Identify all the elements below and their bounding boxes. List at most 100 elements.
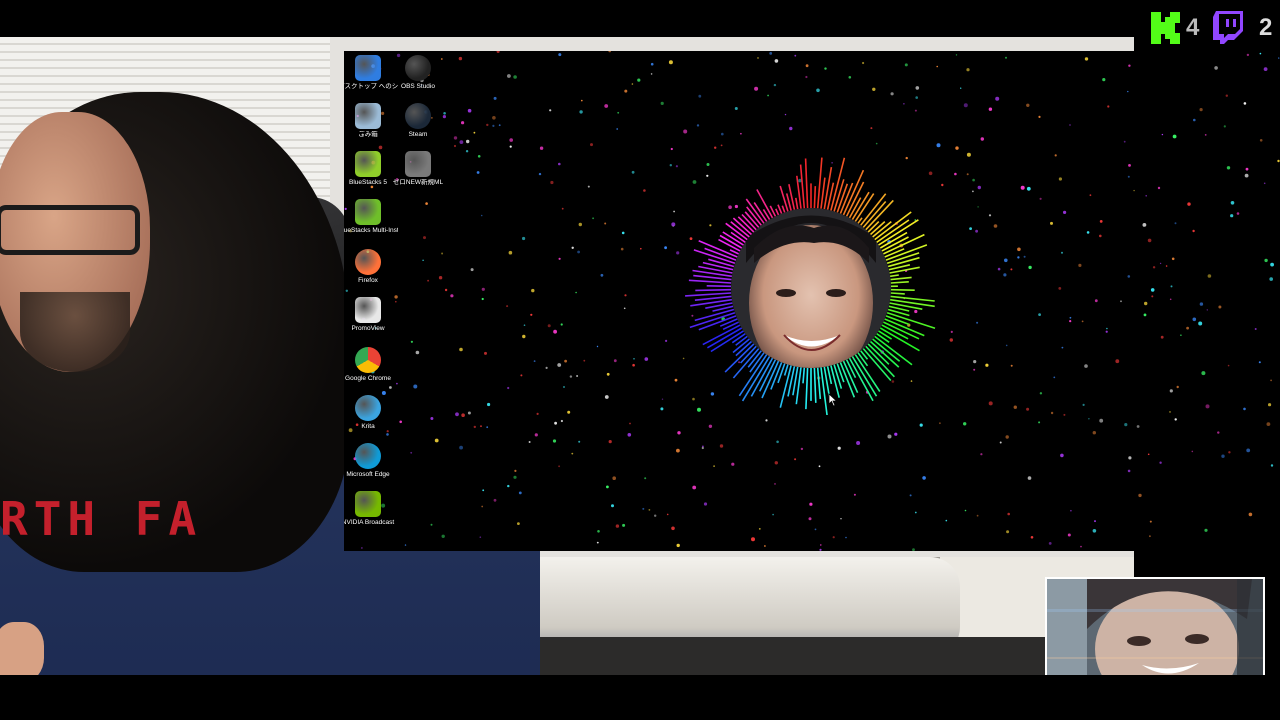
star-dot <box>553 329 557 334</box>
desktop-shortcut[interactable]: BlueStacks Multi-Instance... <box>344 199 398 234</box>
star-dot <box>1169 298 1172 301</box>
star-dot <box>459 347 463 352</box>
star-dot <box>592 217 594 220</box>
star-dot <box>1086 231 1090 234</box>
star-dot <box>631 83 634 85</box>
streamer-hand <box>0 622 44 675</box>
star-dot <box>1142 223 1147 227</box>
star-dot <box>1038 421 1041 424</box>
visualizer-bar <box>889 274 899 278</box>
star-dot <box>473 425 476 429</box>
star-dot <box>774 59 779 63</box>
desktop-shortcut[interactable]: Steam <box>388 103 448 138</box>
desktop-shortcut[interactable]: OBS Studio <box>388 55 448 90</box>
star-dot <box>1010 268 1013 271</box>
star-dot <box>1228 451 1231 454</box>
star-dot <box>936 65 938 68</box>
star-dot <box>1187 202 1191 206</box>
star-dot <box>508 250 513 255</box>
star-dot <box>675 165 678 168</box>
star-dot <box>578 440 581 443</box>
star-dot <box>703 502 708 506</box>
star-dot <box>583 359 586 362</box>
star-dot <box>430 523 433 526</box>
star-dot <box>941 183 944 187</box>
star-dot <box>481 287 485 291</box>
star-dot <box>425 202 428 205</box>
star-dot <box>492 124 495 127</box>
visualizer-bar <box>783 364 789 376</box>
star-dot <box>660 407 664 411</box>
desktop-shortcut[interactable]: Microsoft Edge <box>344 443 398 478</box>
chrome-icon <box>355 347 381 373</box>
star-dot <box>444 288 448 292</box>
star-dot <box>606 372 610 376</box>
star-dot <box>545 366 548 369</box>
star-dot <box>988 107 993 111</box>
star-dot <box>1133 189 1135 192</box>
twitch-logo-icon <box>1213 11 1243 44</box>
star-dot <box>575 291 577 294</box>
star-dot <box>964 509 967 512</box>
mouse-cursor-icon <box>828 393 838 407</box>
star-dot <box>1013 405 1017 409</box>
star-dot <box>498 124 501 127</box>
recycle-bin-icon <box>355 103 381 129</box>
star-dot <box>904 63 908 67</box>
star-dot <box>1020 185 1025 190</box>
star-dot <box>1127 90 1129 93</box>
star-dot <box>670 147 673 151</box>
star-dot <box>1099 220 1103 223</box>
star-dot <box>1078 263 1082 267</box>
star-dot <box>1258 361 1261 364</box>
star-dot <box>1005 56 1007 59</box>
star-dot <box>819 548 822 551</box>
desktop-shortcut[interactable]: ゼロNEW新規ML <box>388 151 448 186</box>
star-dot <box>523 324 526 327</box>
desktop-shortcut-label: Microsoft Edge <box>346 471 390 478</box>
star-dot <box>980 453 983 456</box>
visualizer-bar <box>876 333 890 343</box>
star-dot <box>1243 407 1246 411</box>
star-dot <box>453 144 457 148</box>
star-dot <box>665 339 668 342</box>
star-dot <box>840 518 842 520</box>
desktop-shortcut[interactable]: Krita <box>344 395 398 430</box>
star-dot <box>604 395 609 399</box>
star-dot <box>611 504 614 508</box>
star-dot <box>1099 418 1104 423</box>
desktop-shortcut[interactable]: NVIDIA Broadcast <box>344 491 398 526</box>
star-dot <box>1278 57 1280 59</box>
star-dot <box>1204 134 1207 136</box>
star-dot <box>1218 305 1222 309</box>
desktop-shortcut-label: ゼロNEW新規ML <box>392 179 444 186</box>
star-dot <box>1248 512 1253 517</box>
star-dot <box>832 536 835 539</box>
star-dot <box>1084 57 1089 61</box>
desktop-shortcut-label: Google Chrome <box>345 375 391 382</box>
star-dot <box>476 171 480 174</box>
star-dot <box>1127 275 1131 278</box>
star-dot <box>561 207 564 210</box>
visualizer-bar <box>813 367 817 403</box>
star-dot <box>1127 175 1130 178</box>
desktop-shortcut[interactable]: Google Chrome <box>344 347 398 382</box>
star-dot <box>969 227 972 231</box>
star-dot <box>915 86 920 90</box>
star-dot <box>473 131 476 134</box>
desktop-shortcut[interactable]: Firefox <box>344 249 398 284</box>
kick-viewer-count: 4 <box>1186 14 1200 41</box>
star-dot <box>676 543 680 548</box>
visualizer-bar <box>885 315 909 326</box>
star-dot <box>378 145 383 150</box>
onedrive-icon <box>355 55 381 81</box>
desktop-shortcut[interactable]: PromoView <box>344 297 398 332</box>
star-dot <box>912 548 915 551</box>
star-dot <box>459 445 463 450</box>
star-dot <box>571 452 574 455</box>
star-dot <box>441 252 444 255</box>
star-dot <box>674 378 678 382</box>
visualizer-bar <box>693 274 732 281</box>
star-dot <box>627 433 632 437</box>
star-dot <box>1192 229 1195 233</box>
